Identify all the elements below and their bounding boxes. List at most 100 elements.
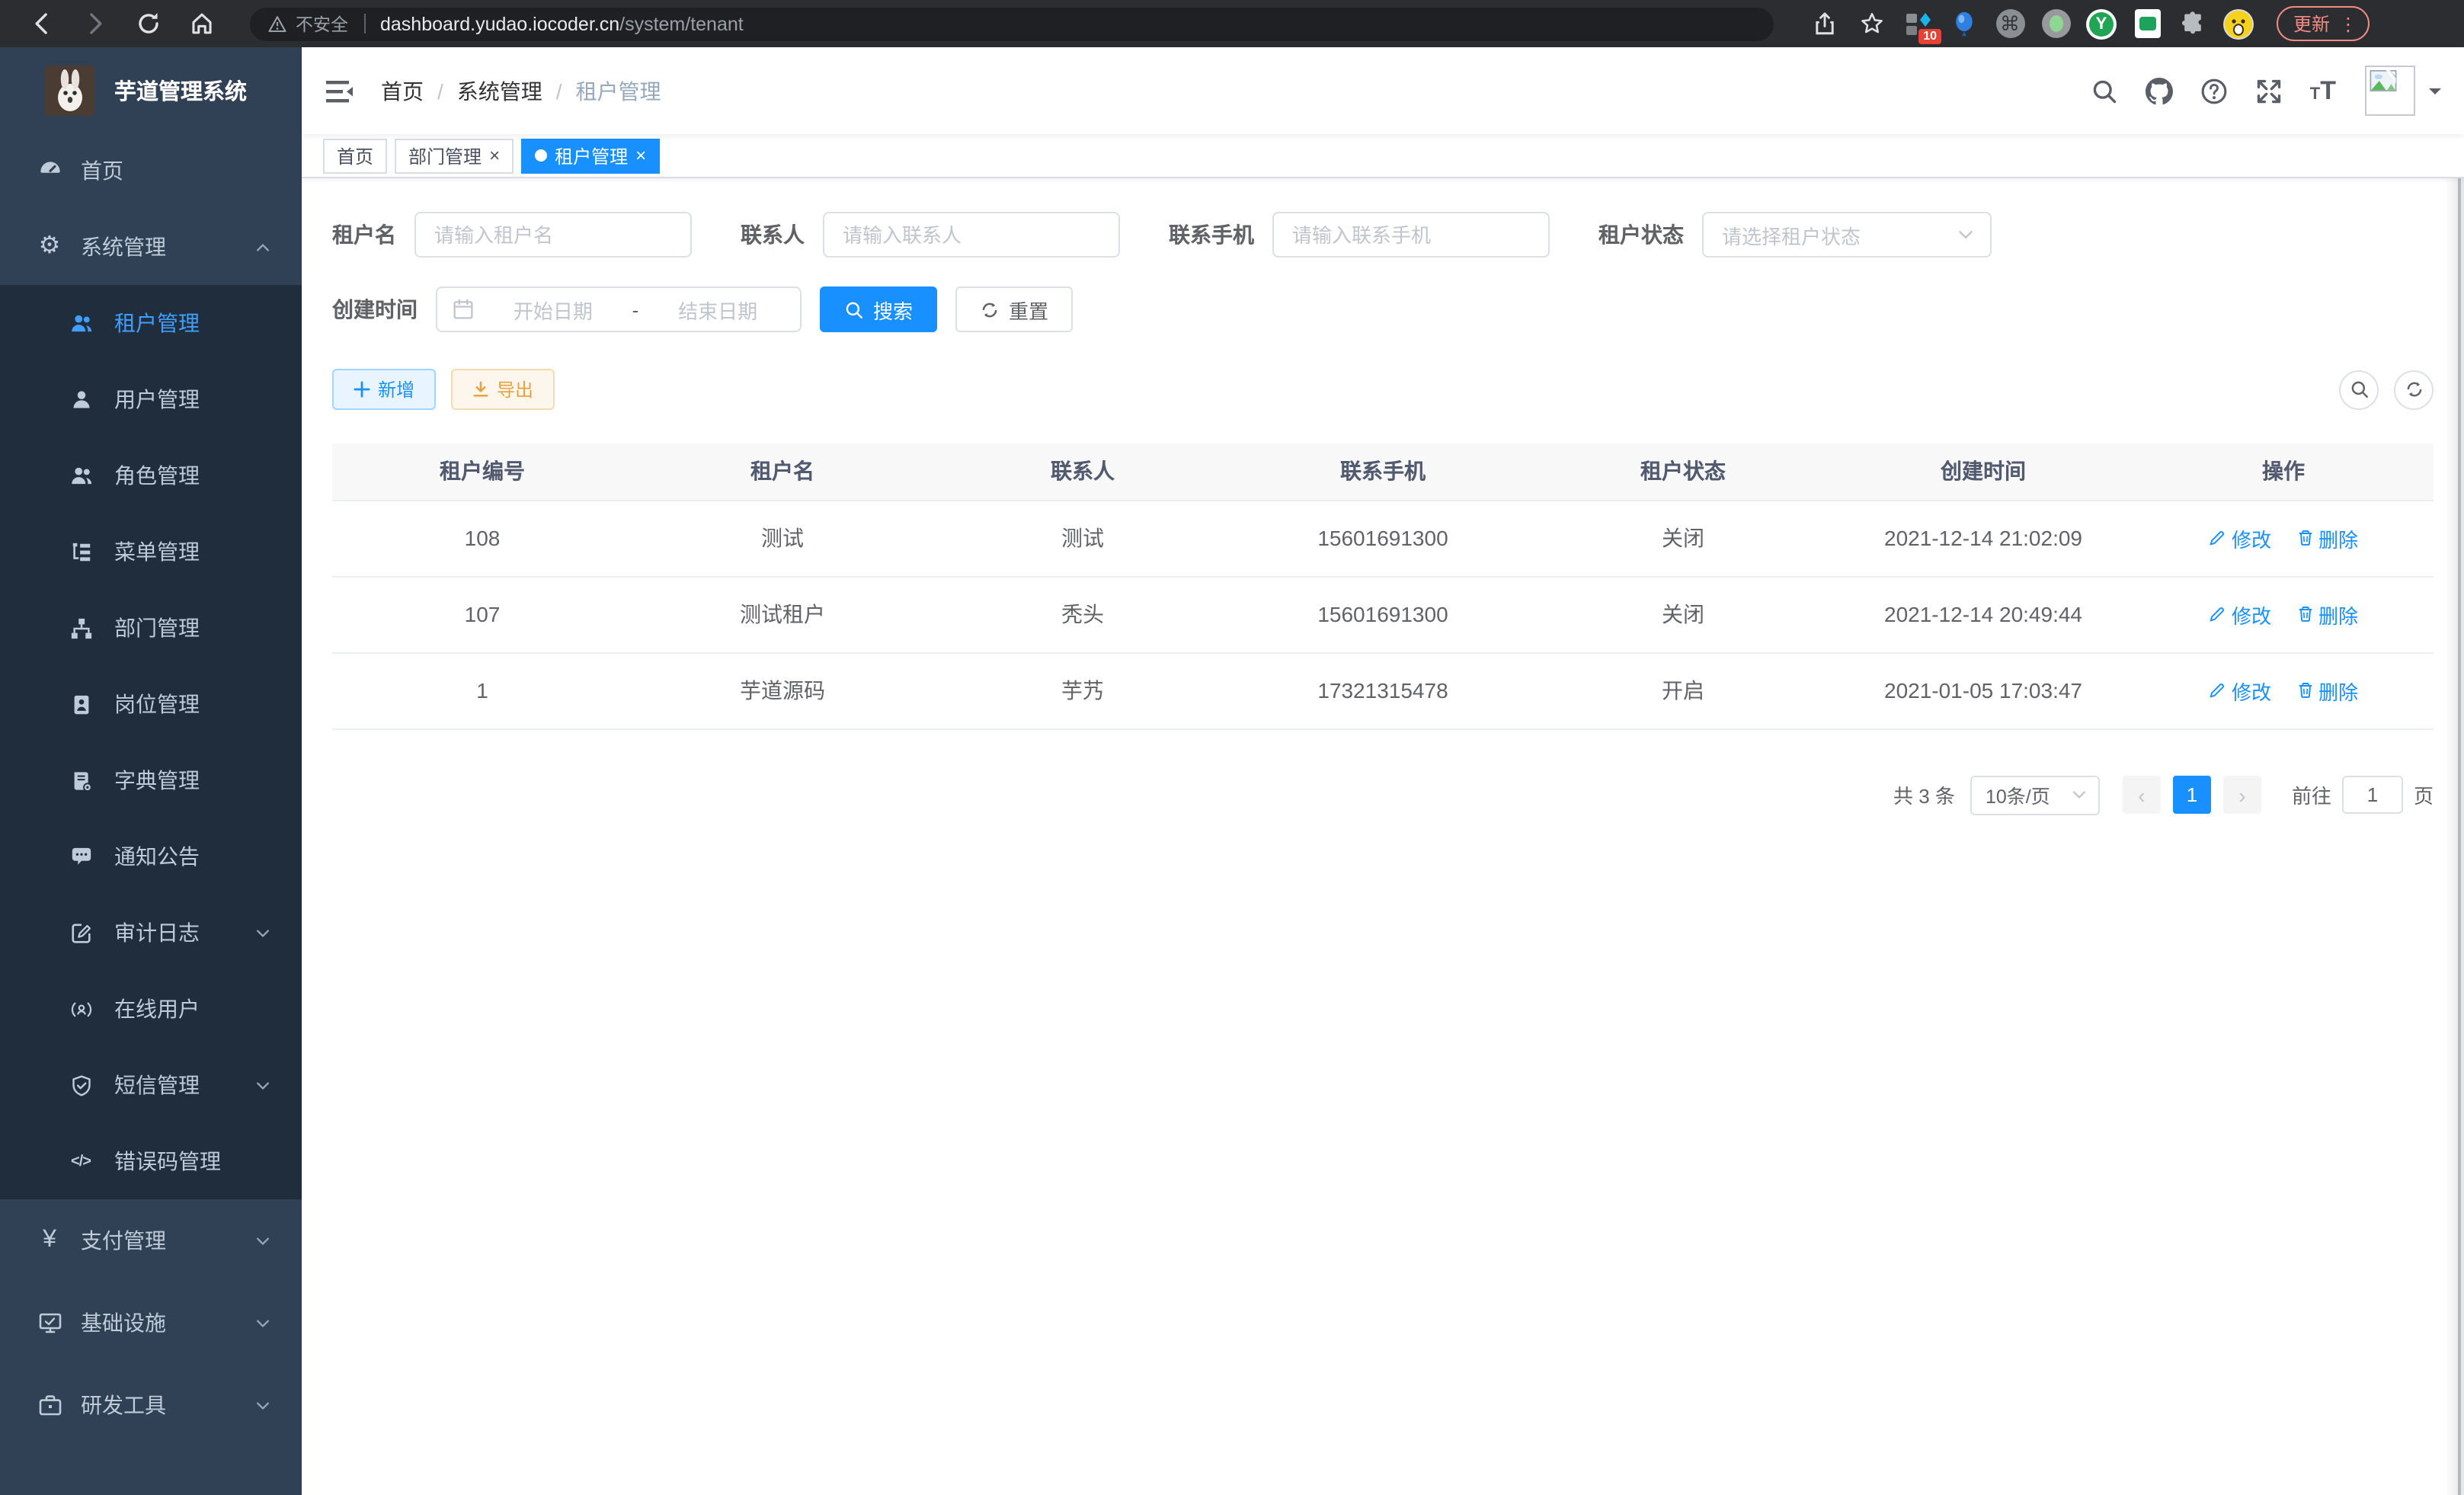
sidebar-item-post[interactable]: 岗位管理 xyxy=(0,666,302,742)
sidebar-item-role[interactable]: 角色管理 xyxy=(0,437,302,514)
page-size-select[interactable]: 10条/页 xyxy=(1970,775,2100,815)
extension-chat-icon[interactable] xyxy=(2132,8,2162,39)
home-icon[interactable] xyxy=(189,11,215,37)
cell-tenant-name: 测试租户 xyxy=(632,576,933,652)
chevron-down-icon xyxy=(254,1077,271,1093)
breadcrumb-system[interactable]: 系统管理 xyxy=(457,75,542,106)
window-scrollbar[interactable] xyxy=(2444,47,2464,1495)
delete-button[interactable]: 删除 xyxy=(2296,600,2358,629)
not-secure-label[interactable]: 不安全 xyxy=(296,11,348,36)
sidebar-item-label: 基础设施 xyxy=(81,1308,166,1338)
sidebar-item-label: 部门管理 xyxy=(114,613,200,643)
refresh-table-button[interactable] xyxy=(2394,370,2434,409)
extension-recorder-icon[interactable] xyxy=(2040,8,2071,39)
sidebar-item-devtools[interactable]: 研发工具 xyxy=(0,1364,302,1446)
col-tenant-id: 租户编号 xyxy=(332,443,632,500)
delete-button[interactable]: 删除 xyxy=(2296,676,2358,705)
bookmark-star-icon[interactable] xyxy=(1859,11,1885,37)
extensions-puzzle-icon[interactable] xyxy=(2178,8,2208,39)
sidebar-item-tenant[interactable]: 租户管理 xyxy=(0,285,302,361)
sidebar-item-infra[interactable]: 基础设施 xyxy=(0,1282,302,1364)
audit-log-icon xyxy=(69,920,93,945)
gear-icon: ⚙ xyxy=(37,234,62,260)
tenant-name-label: 租户名 xyxy=(332,219,396,250)
tab-dept[interactable]: 部门管理 × xyxy=(395,138,514,173)
profile-avatar-icon[interactable] xyxy=(2223,8,2254,39)
sidebar-item-menu[interactable]: 菜单管理 xyxy=(0,514,302,590)
back-icon[interactable] xyxy=(29,11,55,37)
cell-actions: 修改删除 xyxy=(2133,576,2434,652)
delete-button[interactable]: 删除 xyxy=(2296,523,2358,552)
sidebar-item-label: 研发工具 xyxy=(81,1390,166,1420)
sidebar-toggle-icon[interactable] xyxy=(325,75,355,106)
sidebar-item-online-users[interactable]: 在线用户 xyxy=(0,971,302,1047)
tenant-name-input[interactable] xyxy=(434,223,672,246)
sidebar-item-notice[interactable]: 通知公告 xyxy=(0,818,302,895)
start-date-placeholder[interactable]: 开始日期 xyxy=(486,295,620,324)
extension-tabs-icon[interactable]: 10 xyxy=(1903,8,1934,39)
sidebar-item-label: 租户管理 xyxy=(114,308,200,338)
extension-y-icon[interactable]: Y xyxy=(2086,8,2117,39)
prev-page-button[interactable]: ‹ xyxy=(2123,776,2161,814)
tab-close-icon[interactable]: × xyxy=(635,146,646,165)
end-date-placeholder[interactable]: 结束日期 xyxy=(651,295,785,324)
table-row: 1 芋道源码 芋艿 17321315478 开启 2021-01-05 17:0… xyxy=(332,652,2434,728)
edit-button[interactable]: 修改 xyxy=(2209,676,2271,705)
reset-button[interactable]: 重置 xyxy=(955,287,1073,332)
export-button[interactable]: 导出 xyxy=(451,369,555,410)
cell-actions: 修改删除 xyxy=(2133,652,2434,728)
sidebar-item-sms[interactable]: 短信管理 xyxy=(0,1047,302,1123)
font-size-icon[interactable]: TT xyxy=(2310,78,2336,104)
app-title: 芋道管理系统 xyxy=(114,74,247,106)
sidebar-item-user[interactable]: 用户管理 xyxy=(0,361,302,437)
tab-tenant[interactable]: 租户管理 × xyxy=(521,138,660,173)
share-icon[interactable] xyxy=(1812,11,1838,37)
online-users-icon xyxy=(69,997,93,1021)
cell-tenant-id: 1 xyxy=(332,652,632,728)
header-search-icon[interactable] xyxy=(2091,77,2118,104)
goto-page-input[interactable] xyxy=(2342,776,2403,814)
tab-home[interactable]: 首页 xyxy=(323,138,387,173)
sidebar-item-home[interactable]: 首页 xyxy=(0,133,302,209)
url-path[interactable]: /system/tenant xyxy=(619,13,744,34)
browser-menu-icon[interactable]: ⋮ xyxy=(2339,13,2357,34)
status-select[interactable]: 请选择租户状态 xyxy=(1702,212,1992,258)
sidebar-item-pay[interactable]: ¥ 支付管理 xyxy=(0,1199,302,1282)
url-host[interactable]: dashboard.yudao.iocoder.cn xyxy=(380,13,619,34)
breadcrumb-home[interactable]: 首页 xyxy=(381,75,424,106)
user-avatar[interactable] xyxy=(2365,66,2415,116)
fullscreen-icon[interactable] xyxy=(2255,77,2283,104)
sidebar-item-audit-log[interactable]: 审计日志 xyxy=(0,895,302,971)
current-page-button[interactable]: 1 xyxy=(2173,776,2211,814)
badge-icon xyxy=(69,692,93,716)
search-button[interactable]: 搜索 xyxy=(820,287,937,332)
add-button[interactable]: 新增 xyxy=(332,369,436,410)
avatar-caret-icon[interactable] xyxy=(2429,88,2441,100)
forward-icon[interactable] xyxy=(82,11,108,37)
tab-close-icon[interactable]: × xyxy=(489,146,500,165)
help-icon[interactable] xyxy=(2200,77,2228,104)
contact-input[interactable] xyxy=(843,223,1100,246)
dictionary-book-icon xyxy=(69,768,93,792)
reload-icon[interactable] xyxy=(136,11,162,37)
sidebar-item-error-code[interactable]: </> 错误码管理 xyxy=(0,1123,302,1199)
hide-search-button[interactable] xyxy=(2339,370,2379,409)
address-bar[interactable]: 不安全 dashboard.yudao.iocoder.cn/system/te… xyxy=(250,7,1774,40)
sidebar-item-dict[interactable]: 字典管理 xyxy=(0,742,302,818)
briefcase-icon xyxy=(37,1392,62,1418)
sidebar-item-system[interactable]: ⚙ 系统管理 xyxy=(0,209,302,285)
phone-input[interactable] xyxy=(1292,223,1530,246)
extension-balloon-icon[interactable] xyxy=(1949,8,1979,39)
sidebar-item-label: 短信管理 xyxy=(114,1070,200,1100)
date-range-picker[interactable]: 开始日期 - 结束日期 xyxy=(436,287,802,332)
edit-button[interactable]: 修改 xyxy=(2209,523,2271,552)
extension-command-icon[interactable]: ⌘ xyxy=(1995,8,2025,39)
github-icon[interactable] xyxy=(2146,77,2173,104)
edit-button[interactable]: 修改 xyxy=(2209,600,2271,629)
next-page-button[interactable]: › xyxy=(2223,776,2261,814)
logo-row[interactable]: 芋道管理系统 xyxy=(0,47,302,133)
table-row: 107 测试租户 秃头 15601691300 关闭 2021-12-14 20… xyxy=(332,576,2434,652)
chrome-update-button[interactable]: 更新 ⋮ xyxy=(2277,6,2370,41)
chevron-down-icon xyxy=(254,1232,271,1249)
sidebar-item-dept[interactable]: 部门管理 xyxy=(0,590,302,666)
